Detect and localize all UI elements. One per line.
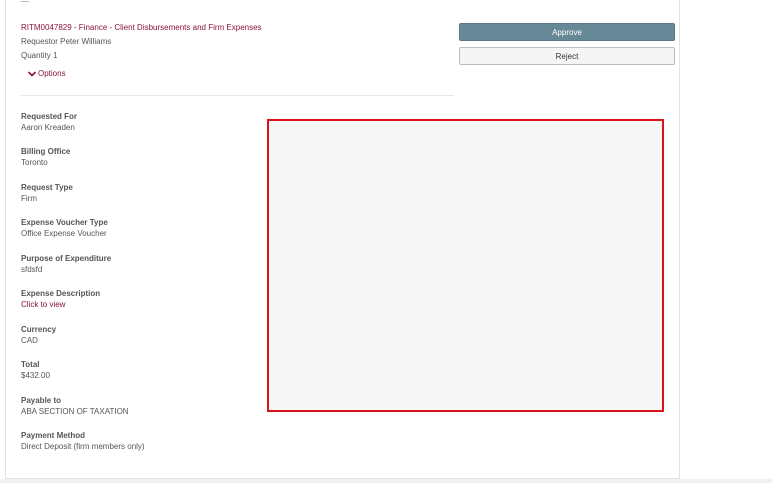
field-expense-description: Expense Description Click to view [21, 288, 100, 311]
field-value: Firm [21, 194, 37, 203]
quantity-text: Quantity 1 [21, 51, 58, 60]
field-purpose-of-expenditure: Purpose of Expenditure sfdsfd [21, 253, 111, 276]
approval-page: RITM0047829 - Finance - Client Disbursem… [0, 0, 772, 483]
options-label: Options [38, 69, 66, 78]
field-label: Payable to [21, 396, 62, 405]
field-label: Total [21, 360, 40, 369]
click-to-view-link[interactable]: Click to view [21, 299, 100, 311]
reject-button[interactable]: Reject [459, 47, 675, 65]
field-value: Office Expense Voucher [21, 229, 107, 238]
request-item-link[interactable]: RITM0047829 - Finance - Client Disbursem… [21, 23, 262, 32]
field-total: Total $432.00 [21, 359, 50, 382]
approve-button[interactable]: Approve [459, 23, 675, 41]
field-currency: Currency CAD [21, 324, 56, 347]
requestor-text: Requestor Peter Williams [21, 37, 112, 46]
field-value: sfdsfd [21, 265, 43, 274]
field-value: Direct Deposit (firm members only) [21, 442, 145, 451]
section-divider [21, 95, 454, 96]
field-expense-voucher-type: Expense Voucher Type Office Expense Vouc… [21, 217, 108, 240]
request-card: RITM0047829 - Finance - Client Disbursem… [5, 0, 680, 479]
options-toggle[interactable]: Options [28, 69, 66, 78]
field-value: Toronto [21, 158, 48, 167]
field-label: Purpose of Expenditure [21, 254, 112, 263]
field-request-type: Request Type Firm [21, 182, 73, 205]
field-label: Payment Method [21, 431, 86, 440]
field-payment-method: Payment Method Direct Deposit (firm memb… [21, 430, 145, 453]
field-label: Currency [21, 325, 57, 334]
field-value: CAD [21, 336, 38, 345]
field-label: Request Type [21, 183, 73, 192]
field-label: Requested For [21, 112, 78, 121]
bottom-strip [0, 479, 772, 483]
field-label: Billing Office [21, 147, 71, 156]
field-value: $432.00 [21, 371, 50, 380]
field-value: ABA SECTION OF TAXATION [21, 407, 129, 416]
field-value: Aaron Kreaden [21, 123, 75, 132]
field-payable-to: Payable to ABA SECTION OF TAXATION [21, 395, 129, 418]
field-label: Expense Description [21, 289, 101, 298]
top-edge-fragment [21, 0, 29, 2]
field-label: Expense Voucher Type [21, 218, 108, 227]
description-viewer-panel[interactable] [267, 119, 664, 412]
field-billing-office: Billing Office Toronto [21, 146, 70, 169]
field-requested-for: Requested For Aaron Kreaden [21, 111, 77, 134]
chevron-down-icon [28, 70, 36, 78]
